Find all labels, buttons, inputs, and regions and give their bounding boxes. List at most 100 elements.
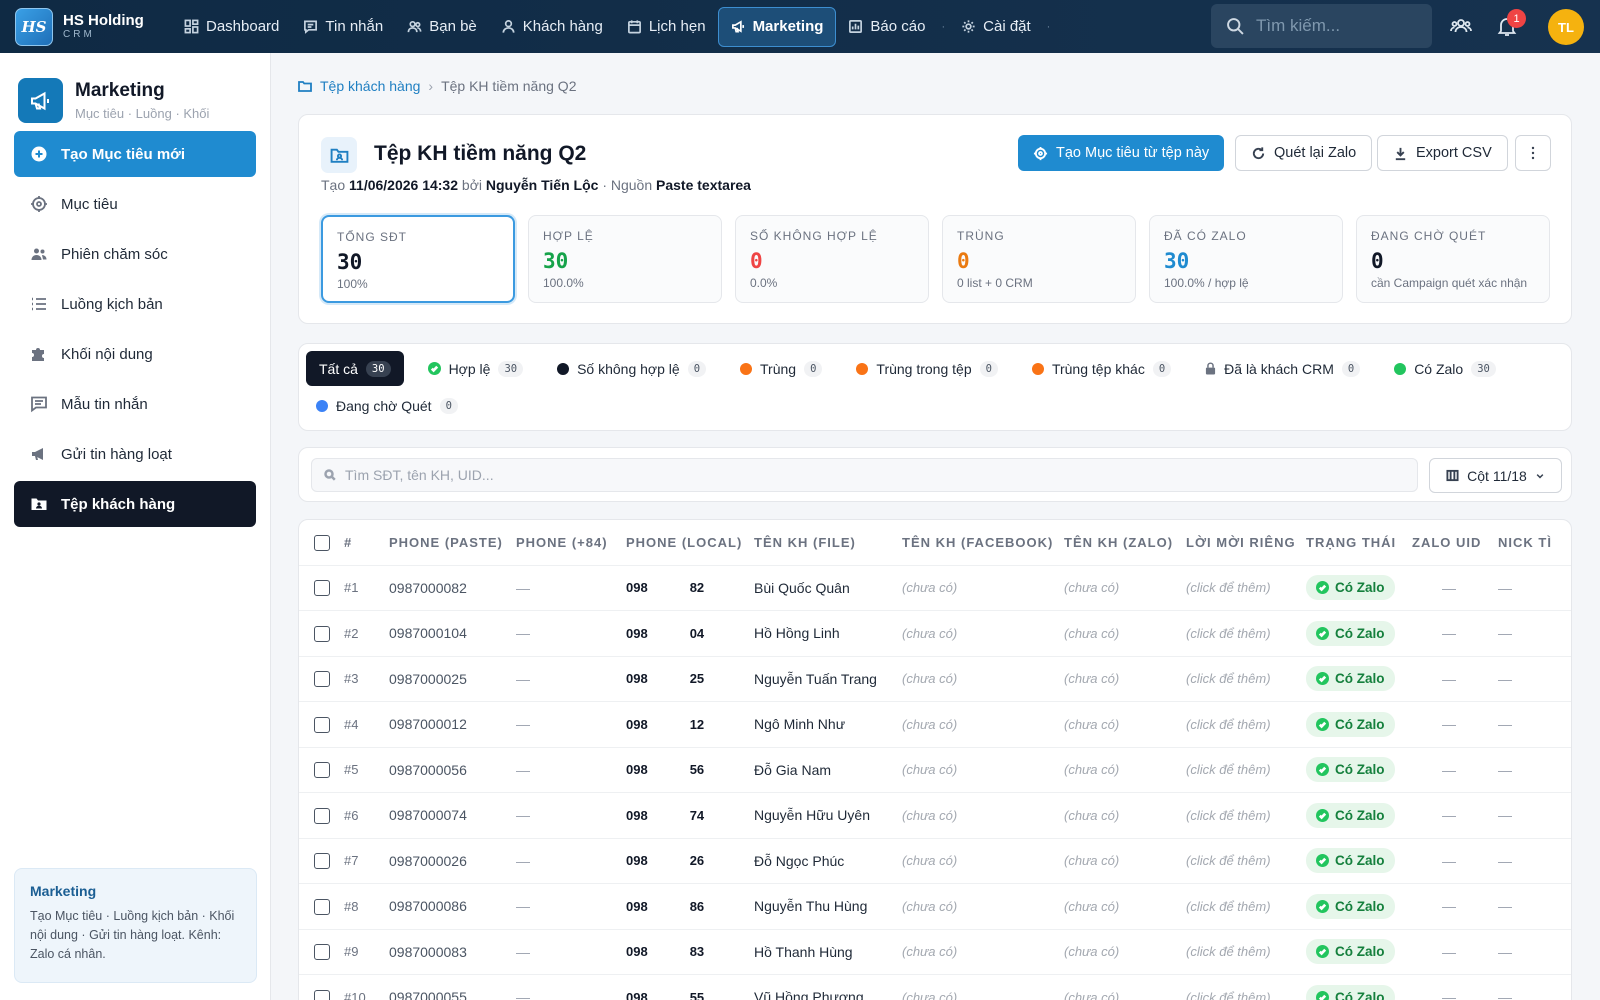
cell-private-invite[interactable]: (click để thêm) (1186, 610, 1306, 657)
column-header[interactable]: # (344, 520, 389, 566)
filter-pending-scan[interactable]: Đang chờ Quét 0 (306, 388, 468, 423)
table-row[interactable]: #1 0987000082—098 82 Bùi Quốc Quân (chưa có)… (299, 565, 1571, 611)
row-checkbox[interactable] (314, 944, 330, 961)
sidebar-item-script-flows[interactable]: Luồng kịch bản (14, 281, 256, 327)
table-row[interactable]: #6 0987000074—098 74 Nguyễn Hữu Uyên (chưa c… (299, 792, 1571, 839)
sidebar-item-message-templates[interactable]: Mẫu tin nhắn (14, 381, 256, 427)
cell-private-invite[interactable]: (click để thêm) (1186, 883, 1306, 930)
column-header[interactable]: TÊN KH (FACEBOOK) (902, 520, 1064, 566)
export-csv-button[interactable]: Export CSV (1377, 135, 1508, 171)
stat-duplicate[interactable]: TRÙNG 0 0 list + 0 CRM (942, 215, 1136, 303)
cell-private-invite[interactable]: (click để thêm) (1186, 838, 1306, 884)
table-toolbar: Tìm SĐT, tên KH, UID... Cột 11/18 (298, 447, 1572, 502)
nav-reports[interactable]: Báo cáo (836, 7, 937, 47)
row-checkbox[interactable] (314, 580, 330, 597)
cell-phone-local: 098 83 (626, 929, 754, 975)
cell-private-invite[interactable]: (click để thêm) (1186, 565, 1306, 611)
filter-valid[interactable]: Hợp lệ 30 (418, 351, 534, 386)
sidebar-item-customer-files[interactable]: Tệp khách hàng (14, 481, 256, 527)
cell-private-invite[interactable]: (click để thêm) (1186, 656, 1306, 702)
create-goal-button[interactable]: Tạo Mục tiêu mới (14, 131, 256, 177)
filter-crm-customer[interactable]: Đã là khách CRM 0 (1195, 351, 1370, 386)
column-header[interactable]: TÊN KH (FILE) (754, 520, 902, 566)
table-search-input[interactable]: Tìm SĐT, tên KH, UID... (311, 458, 1418, 492)
table-row[interactable]: #7 0987000026—098 26 Đỗ Ngọc Phúc (chưa có)(… (299, 838, 1571, 884)
column-header[interactable]: TÊN KH (ZALO) (1064, 520, 1186, 566)
table-row[interactable]: #3 0987000025—098 25 Nguyễn Tuấn Trang (chưa… (299, 656, 1571, 702)
nav-marketing[interactable]: Marketing (717, 6, 837, 47)
table-row[interactable]: #5 0987000056—098 56 Đỗ Gia Nam (chưa có) (ch… (299, 747, 1571, 793)
column-header[interactable]: TRẠNG THÁI (1306, 520, 1412, 566)
phone-local-prefix: 098 (626, 625, 648, 641)
stat-value: 30 (337, 250, 363, 274)
chip-count: 30 (365, 360, 391, 377)
customer-icon (502, 20, 515, 33)
sidebar-item-broadcast[interactable]: Gửi tin hàng loạt (14, 431, 256, 477)
cell-private-invite[interactable]: (click để thêm) (1186, 792, 1306, 839)
table-row[interactable]: #8 0987000086—098 86 Nguyễn Thu Hùng (chưa c… (299, 883, 1571, 930)
nav-dashboard[interactable]: Dashboard (172, 7, 291, 47)
cell-private-invite[interactable]: (click để thêm) (1186, 929, 1306, 975)
column-header[interactable]: NICK TÌ (1498, 520, 1571, 566)
breadcrumb: Tệp khách hàng › Tệp KH tiềm năng Q2 (298, 78, 576, 94)
cell-status: Có Zalo (1306, 883, 1412, 930)
cell-name-facebook: (chưa có) (902, 974, 1064, 1000)
more-options-button[interactable] (1515, 135, 1551, 171)
stat-valid[interactable]: HỢP LỆ 30 100.0% (528, 215, 722, 303)
table-row[interactable]: #10 0987000055—098 55 Vũ Hồng Phượng (chưa c… (299, 974, 1571, 1000)
breadcrumb-parent-link[interactable]: Tệp khách hàng (320, 78, 420, 94)
stat-total-phones[interactable]: TỔNG SĐT 30 100% (321, 215, 515, 303)
column-header[interactable]: PHONE (LOCAL) (626, 520, 754, 566)
stat-invalid[interactable]: SỐ KHÔNG HỢP LỆ 0 0.0% (735, 215, 929, 303)
user-avatar[interactable]: TL (1548, 9, 1584, 45)
filter-duplicate[interactable]: Trùng 0 (730, 351, 832, 386)
column-header[interactable]: ZALO UID (1412, 520, 1498, 566)
table-row[interactable]: #9 0987000083—098 83 Hồ Thanh Hùng (chưa có)… (299, 929, 1571, 975)
filter-invalid[interactable]: Số không hợp lệ 0 (547, 351, 716, 386)
row-checkbox[interactable] (314, 989, 330, 1000)
nav-friends[interactable]: Bạn bè (395, 7, 489, 47)
filter-has-zalo[interactable]: Có Zalo 30 (1384, 351, 1506, 386)
cell-private-invite[interactable]: (click để thêm) (1186, 747, 1306, 793)
folder-user-icon (31, 498, 47, 510)
cell-private-invite[interactable]: (click để thêm) (1186, 974, 1306, 1000)
filter-duplicate-other-file[interactable]: Trùng tệp khác 0 (1022, 351, 1181, 386)
table-row[interactable]: #2 0987000104—098 04 Hồ Hồng Linh (chưa có)(… (299, 610, 1571, 657)
nav-settings[interactable]: Cài đặt (949, 7, 1043, 47)
column-header[interactable]: LỜI MỜI RIÊNG (1186, 520, 1306, 566)
columns-toggle-button[interactable]: Cột 11/18 (1429, 458, 1562, 493)
nav-appointments[interactable]: Lịch hẹn (615, 7, 718, 47)
sidebar-item-content-blocks[interactable]: Khối nội dung (14, 331, 256, 377)
author-name: Nguyễn Tiến Lộc (485, 177, 599, 193)
column-header[interactable]: PHONE (+84) (516, 520, 626, 566)
row-checkbox[interactable] (314, 807, 330, 824)
stat-label: TRÙNG (957, 229, 1005, 243)
filter-all[interactable]: Tất cả 30 (306, 351, 404, 386)
nav-messages[interactable]: Tin nhắn (291, 7, 395, 47)
select-all-checkbox[interactable] (314, 534, 330, 551)
cell-zalo-uid: — (1412, 701, 1498, 748)
sidebar-item-goals[interactable]: Mục tiêu (14, 181, 256, 227)
nav-customers[interactable]: Khách hàng (489, 7, 615, 47)
brand[interactable]: HS HS Holding CRM (0, 0, 172, 53)
check-circle-icon (1316, 808, 1329, 822)
row-checkbox[interactable] (314, 853, 330, 870)
create-goal-from-file-button[interactable]: Tạo Mục tiêu từ tệp này (1018, 135, 1225, 171)
row-checkbox[interactable] (314, 716, 330, 733)
column-header[interactable]: PHONE (PASTE) (389, 520, 516, 566)
filter-duplicate-in-file[interactable]: Trùng trong tệp 0 (846, 351, 1008, 386)
table-row[interactable]: #4 0987000012—098 12 Ngô Minh Như (chưa có)(… (299, 701, 1571, 748)
global-search-input[interactable]: Tìm kiếm... (1211, 4, 1432, 48)
stat-has-zalo[interactable]: ĐÃ CÓ ZALO 30 100.0% / hợp lệ (1149, 215, 1343, 303)
cell-status: Có Zalo (1306, 747, 1412, 793)
stat-pending-scan[interactable]: ĐANG CHỜ QUÉT 0 cần Campaign quét xác nh… (1356, 215, 1550, 303)
cell-private-invite[interactable]: (click để thêm) (1186, 701, 1306, 748)
sidebar-item-care-sessions[interactable]: Phiên chăm sóc (14, 231, 256, 277)
cell-name-zalo: (chưa có) (1064, 883, 1186, 930)
row-checkbox[interactable] (314, 671, 330, 688)
row-checkbox[interactable] (314, 625, 330, 642)
team-button[interactable] (1449, 14, 1473, 38)
row-checkbox[interactable] (314, 762, 330, 779)
rescan-zalo-button[interactable]: Quét lại Zalo (1235, 135, 1373, 171)
row-checkbox[interactable] (314, 898, 330, 915)
